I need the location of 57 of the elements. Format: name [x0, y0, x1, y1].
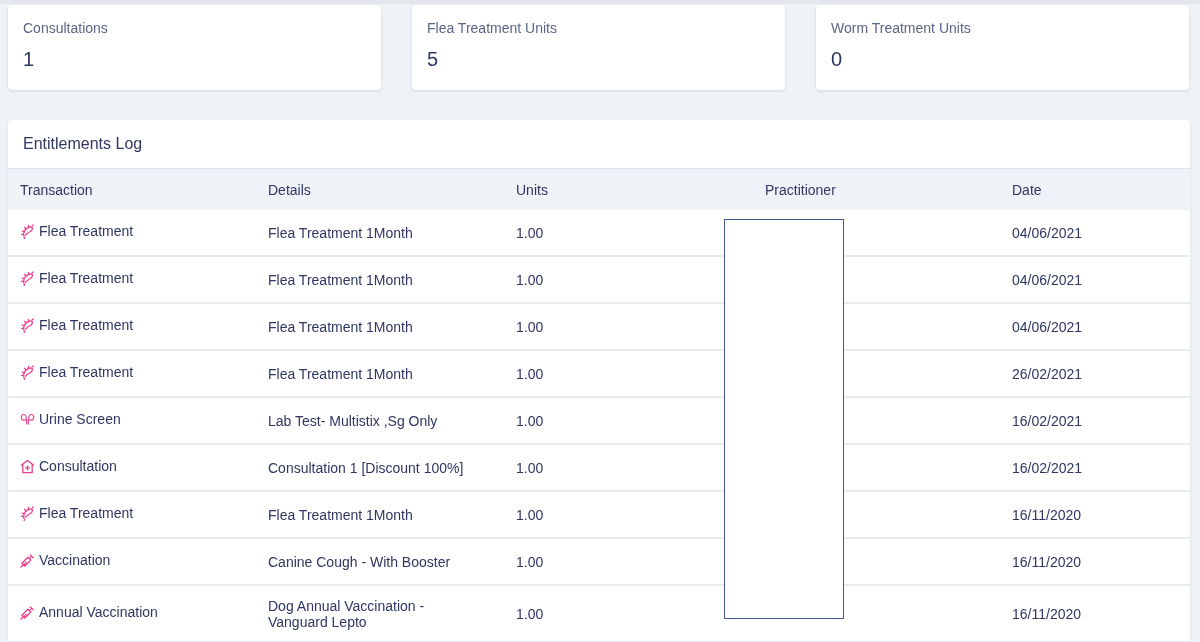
column-header: Transaction	[8, 169, 256, 210]
details-cell: Flea Treatment 1Month	[268, 365, 413, 382]
transaction-cell: Flea Treatment	[20, 505, 134, 522]
date-cell: 26/02/2021	[1012, 365, 1083, 382]
date-cell: 16/11/2020	[1012, 506, 1082, 523]
bug-icon	[20, 270, 35, 286]
date-cell: 04/06/2021	[1012, 318, 1083, 335]
date-cell: 16/02/2021	[1012, 459, 1083, 476]
details-cell: Canine Cough - With Booster	[268, 553, 451, 570]
column-header: Details	[256, 169, 504, 210]
bug-icon	[20, 317, 35, 333]
transaction-cell: Annual Vaccination	[20, 604, 158, 621]
details-cell: Flea Treatment 1Month	[268, 271, 413, 288]
transaction-cell: Vaccination	[20, 552, 111, 569]
bug-icon	[20, 505, 35, 521]
details-cell: Flea Treatment 1Month	[268, 506, 413, 523]
date-cell: 04/06/2021	[1012, 224, 1083, 241]
units-cell: 1.00	[516, 271, 544, 288]
bug-icon	[20, 223, 35, 239]
units-cell: 1.00	[516, 318, 544, 335]
date-cell: 16/11/2020	[1012, 605, 1082, 622]
column-header: Units	[504, 169, 753, 210]
date-cell: 04/06/2021	[1012, 271, 1083, 288]
bug-icon	[20, 364, 35, 380]
card-label: Consultations	[23, 20, 109, 36]
units-cell: 1.00	[516, 459, 544, 476]
syringe-icon	[20, 604, 35, 620]
details-cell-text: Dog Annual Vaccination - Vanguard Lepto	[268, 597, 426, 630]
column-header: Date	[1000, 169, 1190, 210]
card-value: 0	[831, 48, 843, 71]
units-cell: 1.00	[516, 553, 544, 570]
transaction-cell: Consultation	[20, 458, 117, 475]
kidneys-icon	[20, 411, 35, 427]
column-header: Practitioner	[753, 169, 1000, 210]
units-cell: 1.00	[516, 224, 544, 241]
units-cell: 1.00	[516, 605, 544, 622]
transaction-cell: Flea Treatment	[20, 223, 134, 240]
date-cell: 16/02/2021	[1012, 412, 1083, 429]
units-cell: 1.00	[516, 506, 544, 523]
details-cell: Lab Test- Multistix ,Sg Only	[268, 412, 438, 429]
details-cell: Flea Treatment 1Month	[268, 318, 413, 335]
details-cell: Consultation 1 [Discount 100%]	[268, 459, 464, 476]
panel-title: Entitlements Log	[23, 135, 143, 153]
units-cell: 1.00	[516, 365, 544, 382]
card-label: Flea Treatment Units	[427, 20, 558, 36]
card-value: 1	[23, 48, 35, 71]
date-cell: 16/11/2020	[1012, 553, 1082, 570]
transaction-cell: Flea Treatment	[20, 317, 134, 334]
details-cell: Flea Treatment 1Month	[268, 224, 413, 241]
transaction-cell: Flea Treatment	[20, 270, 134, 287]
units-cell: 1.00	[516, 412, 544, 429]
house-plus-icon	[20, 458, 35, 474]
card-value: 5	[427, 48, 439, 71]
syringe-icon	[20, 552, 35, 568]
card-label: Worm Treatment Units	[831, 20, 972, 36]
transaction-cell: Flea Treatment	[20, 364, 134, 381]
transaction-cell: Urine Screen	[20, 411, 121, 428]
